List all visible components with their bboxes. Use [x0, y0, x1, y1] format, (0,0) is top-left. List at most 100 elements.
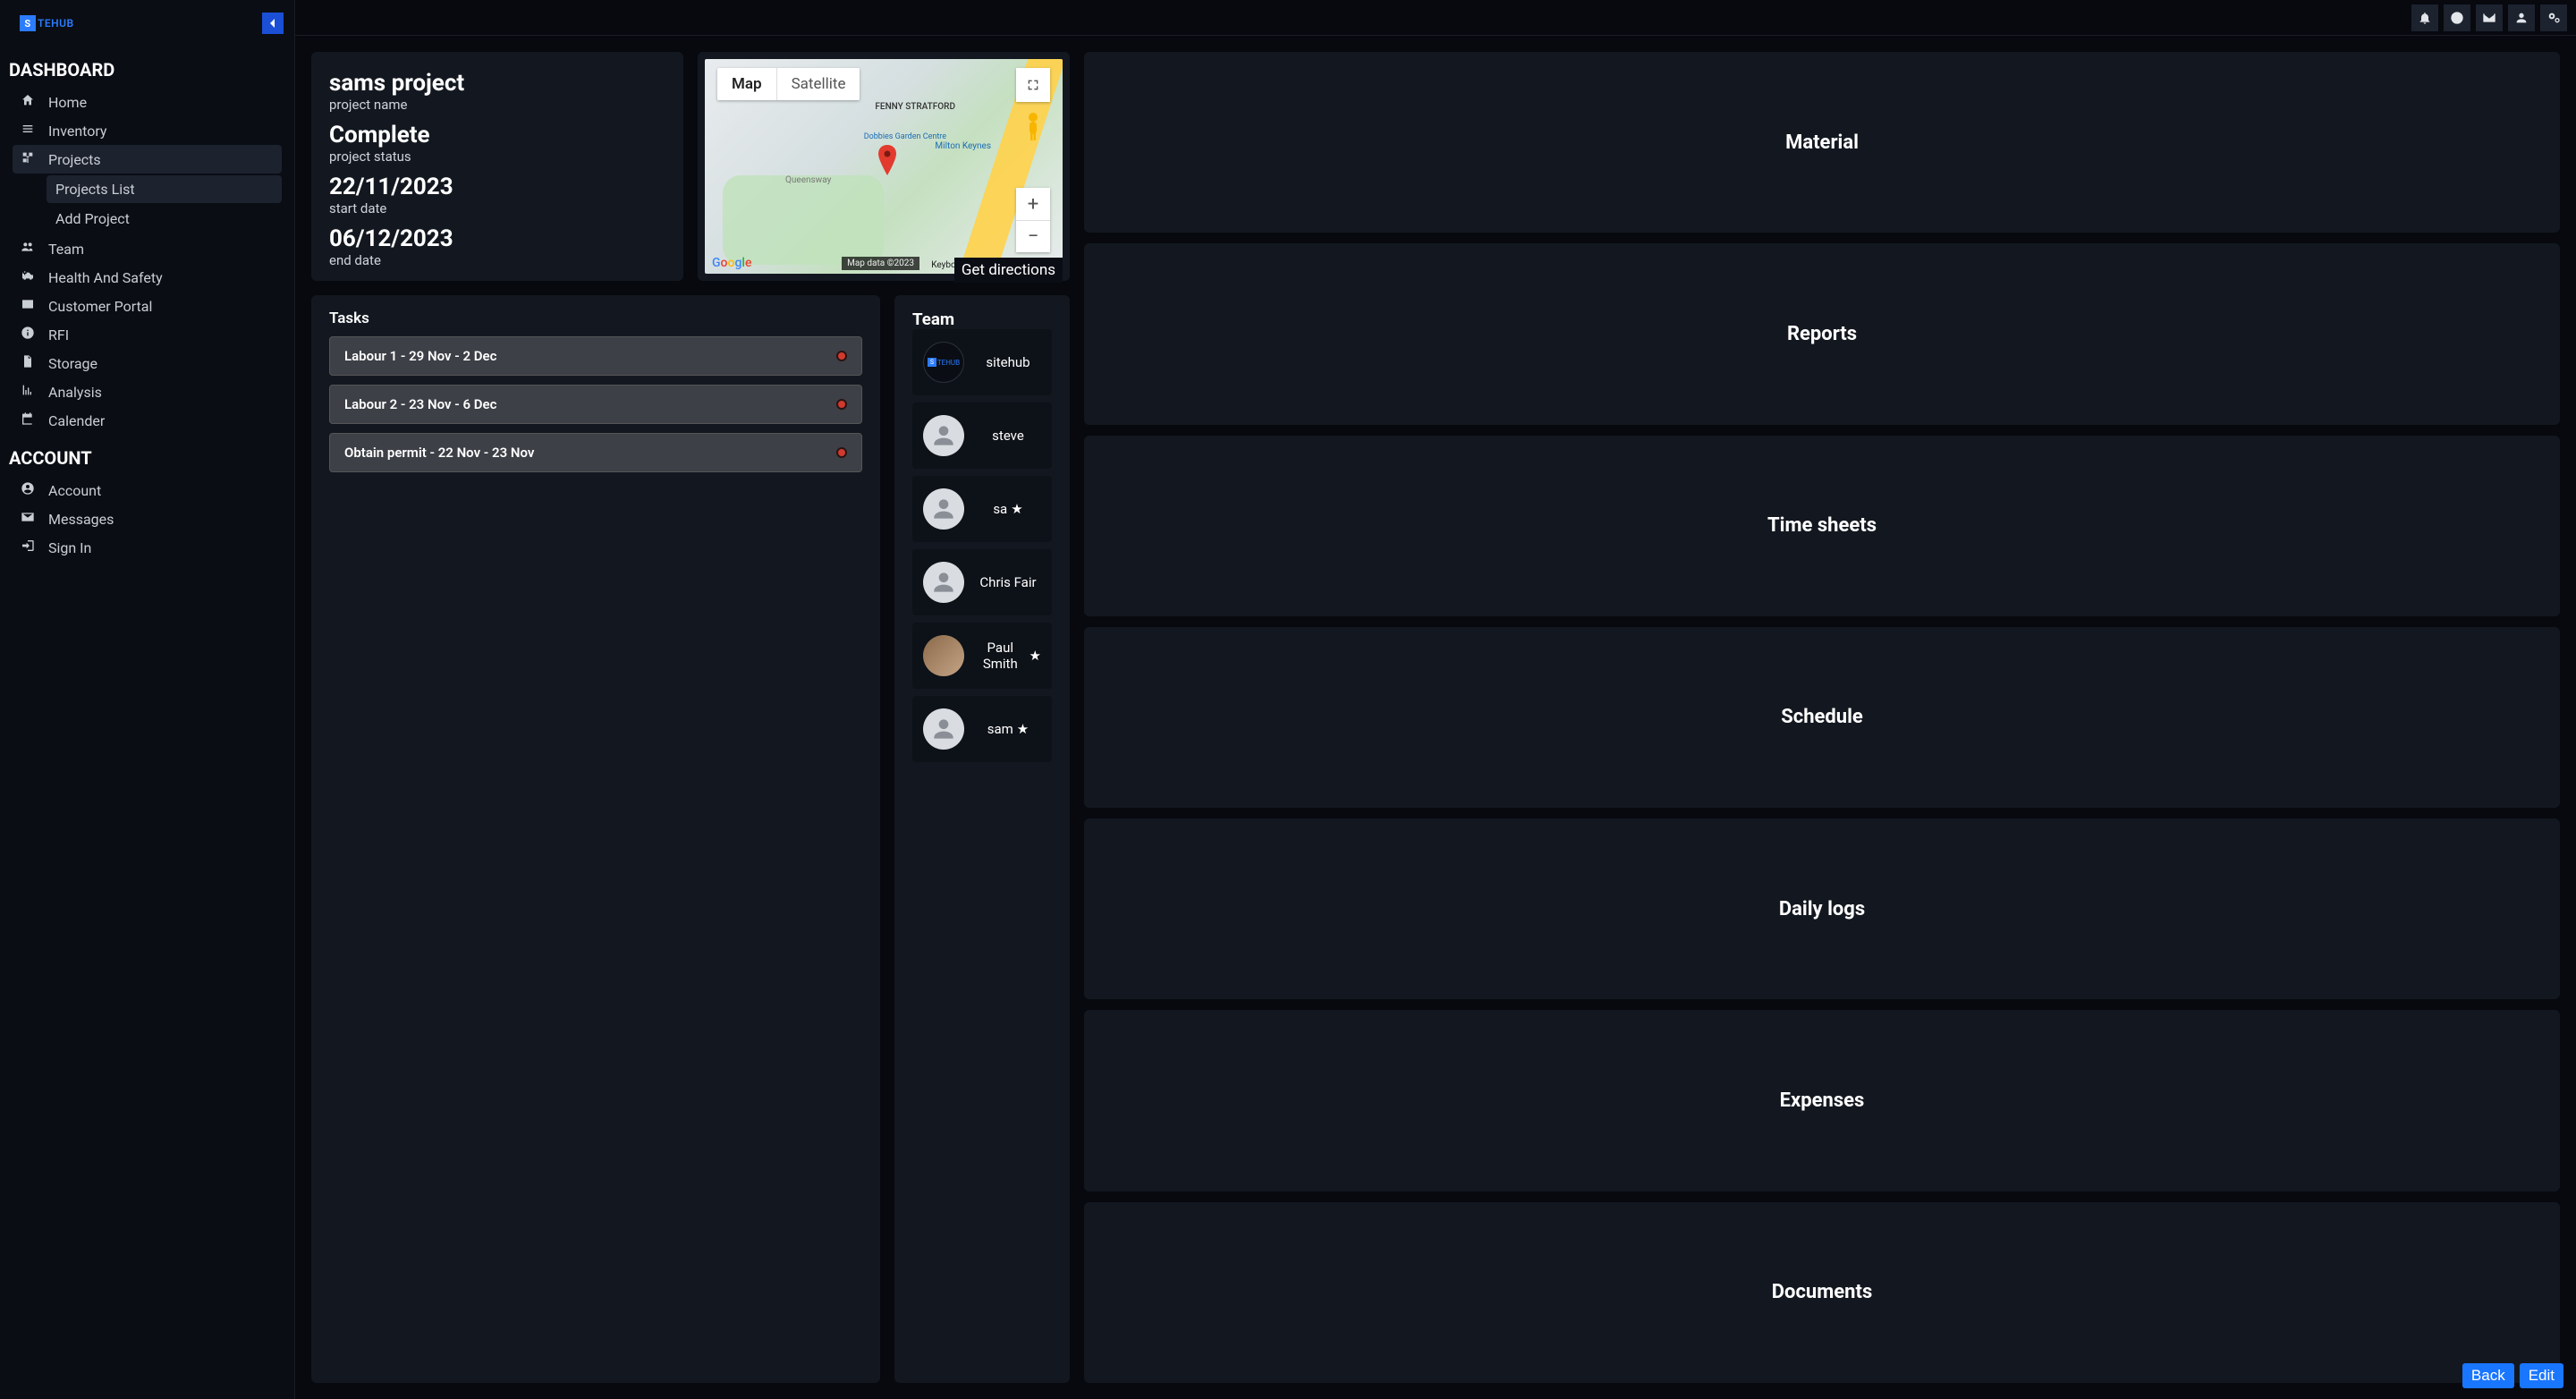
task-item[interactable]: Labour 1 - 29 Nov - 2 Dec — [329, 336, 862, 376]
map-type-satellite[interactable]: Satellite — [776, 68, 860, 100]
map-attribution: Map data ©2023 — [842, 257, 919, 270]
avatar — [923, 562, 964, 603]
settings-button[interactable] — [2540, 4, 2567, 31]
project-end-value: 06/12/2023 — [329, 225, 665, 252]
sidebar-subitem-projects-list[interactable]: Projects List — [47, 175, 282, 203]
footer-actions: Back Edit — [2462, 1363, 2563, 1388]
sidebar-item-messages[interactable]: Messages — [13, 504, 282, 533]
sidebar-item-label: Projects — [48, 151, 101, 168]
mail-button[interactable] — [2476, 4, 2503, 31]
task-status-indicator — [836, 399, 847, 410]
ambulance-icon — [20, 268, 36, 286]
sidebar-item-label: Calender — [48, 412, 105, 429]
sidebar-item-label: Inventory — [48, 123, 107, 140]
sidebar-item-health-safety[interactable]: Health And Safety — [13, 263, 282, 292]
sidebar: S TEHUB DASHBOARD Home Inventory Project… — [0, 0, 295, 1399]
task-label: Obtain permit - 22 Nov - 23 Nov — [344, 445, 534, 461]
notifications-button[interactable] — [2411, 4, 2438, 31]
clock-button[interactable] — [2444, 4, 2470, 31]
get-directions-button[interactable]: Get directions — [954, 258, 1063, 283]
sidebar-item-label: Storage — [48, 355, 97, 372]
sidebar-item-label: RFI — [48, 326, 69, 343]
sidebar-item-inventory[interactable]: Inventory — [13, 116, 282, 145]
avatar — [923, 415, 964, 456]
list-icon — [20, 122, 36, 140]
star-icon: ★ — [1011, 501, 1022, 517]
map-zoom-out[interactable]: − — [1016, 220, 1050, 252]
sidebar-section-account: ACCOUNT — [0, 435, 294, 476]
project-start-value: 22/11/2023 — [329, 174, 665, 200]
team-member[interactable]: sam★ — [912, 696, 1052, 762]
sidebar-item-team[interactable]: Team — [13, 234, 282, 263]
map-pin[interactable] — [877, 145, 898, 179]
sidebar-item-sign-in[interactable]: Sign In — [13, 533, 282, 562]
tasks-card: Tasks Labour 1 - 29 Nov - 2 DecLabour 2 … — [311, 295, 880, 1383]
gears-icon — [2546, 11, 2561, 25]
quick-link-tile[interactable]: Schedule — [1084, 627, 2560, 808]
sidebar-item-label: Analysis — [48, 384, 102, 401]
sidebar-item-analysis[interactable]: Analysis — [13, 377, 282, 406]
brand-text: TEHUB — [38, 17, 74, 30]
sidebar-item-calendar[interactable]: Calender — [13, 406, 282, 435]
map-place-label: Queensway — [785, 175, 831, 185]
diagram-icon — [20, 150, 36, 168]
team-member-name: steve — [975, 428, 1041, 444]
team-member-name: Chris Fair — [975, 574, 1041, 590]
map-card: FENNY STRATFORD Milton Keynes Dobbies Ga… — [698, 52, 1070, 281]
brand-logo[interactable]: S TEHUB — [20, 15, 74, 31]
quick-link-tile[interactable]: Documents — [1084, 1202, 2560, 1383]
map-canvas[interactable]: FENNY STRATFORD Milton Keynes Dobbies Ga… — [705, 59, 1063, 274]
quick-link-tile[interactable]: Time sheets — [1084, 436, 2560, 616]
file-icon — [20, 354, 36, 372]
team-heading: Team — [912, 309, 1052, 329]
team-card: Team STEHUB sitehub steve sa★ Chris Fair Paul… — [894, 295, 1070, 1383]
sidebar-item-label: Home — [48, 94, 87, 111]
task-item[interactable]: Labour 2 - 23 Nov - 6 Dec — [329, 385, 862, 424]
pin-icon — [877, 145, 898, 175]
sidebar-item-account[interactable]: Account — [13, 476, 282, 504]
user-icon — [2514, 11, 2529, 25]
team-member-name: sitehub — [975, 354, 1041, 370]
sidebar-item-label: Account — [48, 482, 101, 499]
sidebar-subitem-add-project[interactable]: Add Project — [47, 205, 282, 233]
home-icon — [20, 93, 36, 111]
map-zoom-controls: + − — [1016, 188, 1050, 252]
project-details-card: sams project project name Complete proje… — [311, 52, 683, 281]
sidebar-collapse-button[interactable] — [262, 13, 284, 34]
sidebar-item-storage[interactable]: Storage — [13, 349, 282, 377]
project-end-label: end date — [329, 252, 665, 268]
team-member[interactable]: STEHUB sitehub — [912, 329, 1052, 395]
sidebar-item-label: Health And Safety — [48, 269, 163, 286]
pegman-icon — [1021, 112, 1045, 140]
edit-button[interactable]: Edit — [2520, 1363, 2563, 1388]
quick-link-tile[interactable]: Daily logs — [1084, 818, 2560, 999]
quick-link-tile[interactable]: Reports — [1084, 243, 2560, 424]
user-circle-icon — [20, 481, 36, 499]
profile-button[interactable] — [2508, 4, 2535, 31]
team-member[interactable]: steve — [912, 403, 1052, 469]
chevron-left-icon — [268, 19, 277, 28]
sidebar-item-rfi[interactable]: RFI — [13, 320, 282, 349]
quick-link-tile[interactable]: Expenses — [1084, 1010, 2560, 1191]
sidebar-item-label: Customer Portal — [48, 298, 152, 315]
sidebar-item-label: Sign In — [48, 539, 91, 556]
map-pegman[interactable] — [1016, 109, 1050, 143]
map-type-map[interactable]: Map — [717, 68, 776, 100]
map-place-label: Milton Keynes — [935, 141, 991, 151]
task-item[interactable]: Obtain permit - 22 Nov - 23 Nov — [329, 433, 862, 472]
map-fullscreen-button[interactable] — [1016, 68, 1050, 102]
task-label: Labour 2 - 23 Nov - 6 Dec — [344, 396, 496, 412]
sidebar-item-customer-portal[interactable]: Customer Portal — [13, 292, 282, 320]
map-zoom-in[interactable]: + — [1016, 188, 1050, 220]
back-button[interactable]: Back — [2462, 1363, 2514, 1388]
project-status-value: Complete — [329, 122, 665, 148]
task-status-indicator — [836, 447, 847, 458]
sidebar-item-projects[interactable]: Projects — [13, 145, 282, 174]
team-member[interactable]: Paul Smith★ — [912, 623, 1052, 689]
team-member[interactable]: Chris Fair — [912, 549, 1052, 615]
quick-link-tile[interactable]: Material — [1084, 52, 2560, 233]
star-icon: ★ — [1017, 721, 1029, 737]
team-member[interactable]: sa★ — [912, 476, 1052, 542]
avatar: STEHUB — [923, 342, 964, 383]
sidebar-item-home[interactable]: Home — [13, 88, 282, 116]
